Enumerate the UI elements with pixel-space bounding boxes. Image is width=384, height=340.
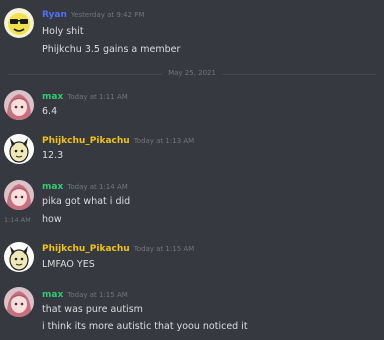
character-avatar-icon [4,242,34,272]
username[interactable]: max [42,92,63,102]
timestamp: Today at 1:13 AM [133,137,195,145]
timestamp: Today at 1:15 AM [67,291,128,299]
avatar[interactable] [4,180,34,210]
message-text: pika got what i did [42,196,131,207]
avatar[interactable] [4,287,34,317]
message-text: that was pure autism [42,304,143,315]
sunglasses-avatar-icon [4,8,34,38]
username[interactable]: max [42,182,63,192]
anime-girl-avatar-icon [4,180,34,210]
message-text: how [42,214,62,225]
timestamp: Yesterday at 9:42 PM [70,11,145,19]
username[interactable]: Phijkchu_Pikachu [42,244,130,254]
timestamp: Today at 1:11 AM [67,93,128,101]
message-text: Phijkchu 3.5 gains a member [42,44,181,55]
username[interactable]: Phijkchu_Pikachu [42,136,130,146]
timestamp: Today at 1:14 AM [67,183,128,191]
anime-girl-avatar-icon [4,287,34,317]
timestamp: Today at 1:15 AM [133,245,195,253]
message-text: 12.3 [42,150,64,161]
message-text: 6.4 [42,106,58,117]
message-text: i think its more autistic that yoou noti… [42,321,248,332]
anime-girl-avatar-icon [4,90,34,120]
username[interactable]: max [42,290,63,300]
username[interactable]: Ryan [42,10,67,20]
hover-timestamp: 1:14 AM [4,216,31,224]
date-divider-label: May 25, 2021 [162,69,222,77]
avatar[interactable] [4,134,34,164]
character-avatar-icon [4,134,34,164]
avatar[interactable] [4,8,34,38]
message-text: LMFAO YES [42,259,95,270]
avatar[interactable] [4,90,34,120]
message-text: Holy shit [42,26,84,37]
avatar[interactable] [4,242,34,272]
